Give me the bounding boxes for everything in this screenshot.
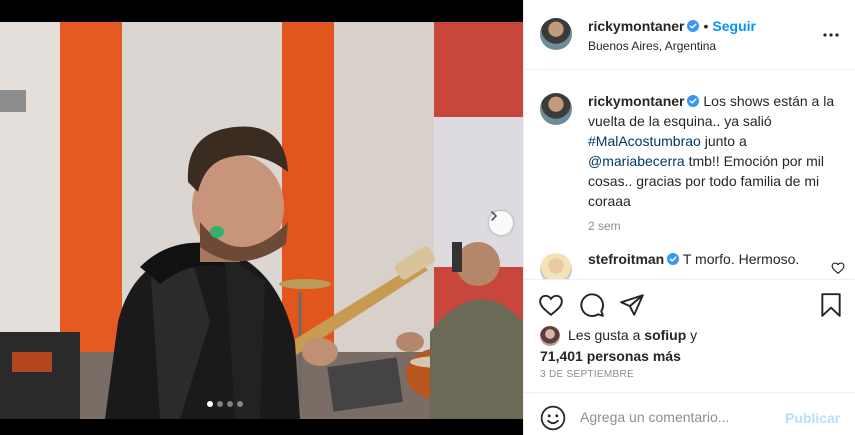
- author-row: ricky​montaner • Seguir: [588, 18, 756, 34]
- comment-like-heart-icon[interactable]: [831, 261, 845, 275]
- caption-username[interactable]: ricky​montaner: [588, 93, 684, 109]
- publish-button[interactable]: Publicar: [785, 410, 840, 426]
- comment-text: stefroitman T morfo. Hermoso.: [588, 249, 840, 269]
- photo-image: [0, 22, 523, 419]
- dot-separator: •: [703, 18, 709, 34]
- likes-prefix: Les gusta a: [568, 327, 645, 343]
- carousel-dot: [207, 401, 213, 407]
- author-username[interactable]: ricky​montaner: [588, 18, 684, 34]
- chevron-right-icon: [491, 211, 497, 221]
- add-comment-bar: Publicar: [524, 392, 855, 435]
- next-slide-button[interactable]: [489, 211, 513, 235]
- likes-suffix: y: [686, 327, 698, 343]
- likes-summary: Les gusta a sofiup y 71,401 personas más: [540, 326, 840, 365]
- carousel-indicator: [207, 401, 243, 407]
- likes-text: Les gusta a sofiup y: [568, 326, 840, 344]
- caption-avatar[interactable]: [540, 93, 572, 125]
- carousel-dot: [227, 401, 233, 407]
- heart-icon[interactable]: [538, 292, 564, 318]
- liker-avatar[interactable]: [540, 326, 560, 346]
- caption-mention[interactable]: @mariabecerra: [588, 153, 685, 169]
- comment-input[interactable]: [580, 404, 780, 430]
- more-options-button[interactable]: [822, 26, 840, 44]
- comment-item: stefroitman T morfo. Hermoso.: [540, 249, 840, 279]
- caption-timestamp[interactable]: 2 sem: [588, 219, 840, 233]
- follow-button[interactable]: Seguir: [712, 18, 756, 34]
- comment-icon[interactable]: [579, 292, 605, 318]
- caption-hashtag[interactable]: #MalAcostumbrao: [588, 133, 701, 149]
- post-side-panel: ricky​montaner • Seguir Buenos Aires, Arge…: [523, 0, 855, 435]
- post-location[interactable]: Buenos Aires, Argentina: [588, 39, 716, 53]
- more-options-icon: [823, 33, 839, 37]
- caption-text: ricky​montaner Los shows están a la vuel…: [588, 91, 840, 211]
- share-icon[interactable]: [619, 292, 645, 318]
- author-avatar[interactable]: [540, 18, 572, 50]
- liker-username[interactable]: sofiup: [644, 327, 686, 343]
- action-bar: [524, 279, 855, 329]
- verified-badge-icon: [687, 20, 700, 32]
- bookmark-icon[interactable]: [818, 292, 844, 318]
- verified-badge-icon: [687, 95, 700, 107]
- post-photo[interactable]: [0, 0, 523, 435]
- caption-text-part: junto a: [700, 133, 747, 149]
- carousel-dot: [217, 401, 223, 407]
- commenter-avatar[interactable]: [540, 253, 572, 279]
- comment-body: T morfo. Hermoso.: [679, 251, 800, 267]
- likes-count[interactable]: 71,401 personas más: [540, 347, 840, 365]
- post-caption: ricky​montaner Los shows están a la vuel…: [540, 91, 840, 233]
- verified-badge-icon: [667, 253, 680, 265]
- emoji-icon[interactable]: [540, 405, 566, 431]
- photo-illustration: [0, 22, 523, 419]
- post-header: ricky​montaner • Seguir Buenos Aires, Arge…: [524, 0, 855, 70]
- carousel-dot: [237, 401, 243, 407]
- post-date[interactable]: 3 de septiembre: [540, 369, 634, 380]
- comments-list: ricky​montaner Los shows están a la vuel…: [524, 71, 855, 279]
- commenter-username[interactable]: stefroitman: [588, 251, 664, 267]
